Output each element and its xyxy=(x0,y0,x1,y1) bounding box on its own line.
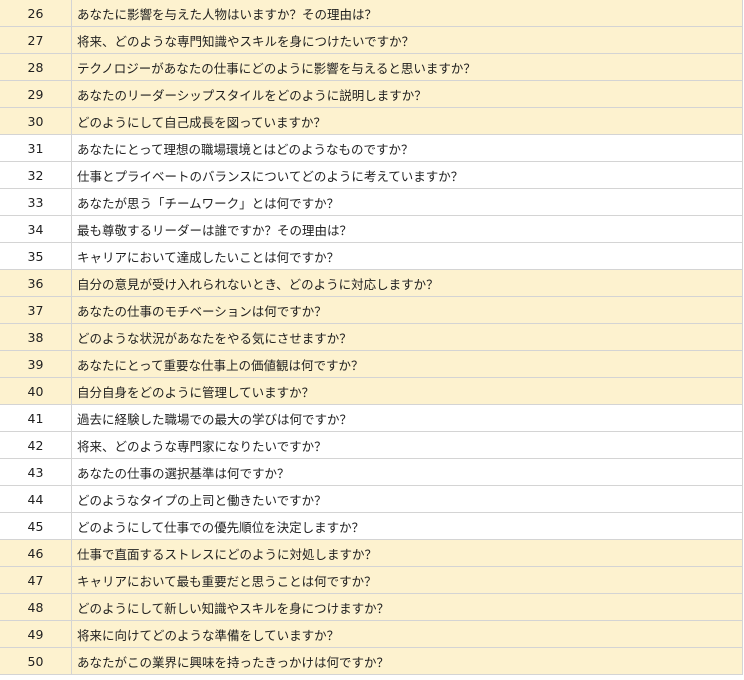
spreadsheet-grid: 26 あなたに影響を与えた人物はいますか？その理由は？ 27 将来、どのような専門知識… xyxy=(0,0,744,680)
table-row: 36 自分の意見が受け入れられないとき、どのように対応しますか？ xyxy=(0,269,743,297)
row-number-cell[interactable]: 42 xyxy=(0,431,72,459)
table-row: 40 自分自身をどのように管理していますか？ xyxy=(0,377,743,405)
table-row: 34 最も尊敬するリーダーは誰ですか？その理由は？ xyxy=(0,215,743,243)
table-row: 38 どのような状況があなたをやる気にさせますか？ xyxy=(0,323,743,351)
table-row: 26 あなたに影響を与えた人物はいますか？その理由は？ xyxy=(0,0,743,27)
table-row: 43 あなたの仕事の選択基準は何ですか？ xyxy=(0,458,743,486)
question-cell[interactable]: あなたのリーダーシップスタイルをどのように説明しますか？ xyxy=(71,80,743,108)
row-number-cell[interactable]: 33 xyxy=(0,188,72,216)
table-row: 46 仕事で直面するストレスにどのように対処しますか？ xyxy=(0,539,743,567)
table-row: 30 どのようにして自己成長を図っていますか？ xyxy=(0,107,743,135)
question-cell[interactable]: どのようにして仕事での優先順位を決定しますか？ xyxy=(71,512,743,540)
table-row: 35 キャリアにおいて達成したいことは何ですか？ xyxy=(0,242,743,270)
question-cell[interactable]: テクノロジーがあなたの仕事にどのように影響を与えると思いますか？ xyxy=(71,53,743,81)
row-number-cell[interactable]: 26 xyxy=(0,0,72,27)
question-cell[interactable]: どのような状況があなたをやる気にさせますか？ xyxy=(71,323,743,351)
question-cell[interactable]: 最も尊敬するリーダーは誰ですか？その理由は？ xyxy=(71,215,743,243)
row-number-cell[interactable]: 45 xyxy=(0,512,72,540)
question-cell[interactable]: 自分の意見が受け入れられないとき、どのように対応しますか？ xyxy=(71,269,743,297)
table-row: 27 将来、どのような専門知識やスキルを身につけたいですか？ xyxy=(0,26,743,54)
table-row: 49 将来に向けてどのような準備をしていますか？ xyxy=(0,620,743,648)
row-number-cell[interactable]: 38 xyxy=(0,323,72,351)
row-number-cell[interactable]: 29 xyxy=(0,80,72,108)
question-cell[interactable]: どのようにして新しい知識やスキルを身につけますか？ xyxy=(71,593,743,621)
table-row: 41 過去に経験した職場での最大の学びは何ですか？ xyxy=(0,404,743,432)
row-number-cell[interactable]: 49 xyxy=(0,620,72,648)
question-cell[interactable]: あなたがこの業界に興味を持ったきっかけは何ですか？ xyxy=(71,647,743,675)
row-number-cell[interactable]: 36 xyxy=(0,269,72,297)
table-row: 39 あなたにとって重要な仕事上の価値観は何ですか？ xyxy=(0,350,743,378)
row-number-cell[interactable]: 39 xyxy=(0,350,72,378)
question-cell[interactable]: 仕事とプライベートのバランスについてどのように考えていますか？ xyxy=(71,161,743,189)
question-cell[interactable]: あなたが思う「チームワーク」とは何ですか？ xyxy=(71,188,743,216)
table-row: 44 どのようなタイプの上司と働きたいですか？ xyxy=(0,485,743,513)
question-cell[interactable]: あなたにとって重要な仕事上の価値観は何ですか？ xyxy=(71,350,743,378)
question-cell[interactable]: どのようなタイプの上司と働きたいですか？ xyxy=(71,485,743,513)
row-number-cell[interactable]: 44 xyxy=(0,485,72,513)
row-number-cell[interactable]: 28 xyxy=(0,53,72,81)
row-number-cell[interactable]: 35 xyxy=(0,242,72,270)
question-cell[interactable]: 自分自身をどのように管理していますか？ xyxy=(71,377,743,405)
question-cell[interactable]: あなたの仕事の選択基準は何ですか？ xyxy=(71,458,743,486)
table-row: 47 キャリアにおいて最も重要だと思うことは何ですか？ xyxy=(0,566,743,594)
row-number-cell[interactable]: 37 xyxy=(0,296,72,324)
table-row: 37 あなたの仕事のモチベーションは何ですか？ xyxy=(0,296,743,324)
row-number-cell[interactable]: 47 xyxy=(0,566,72,594)
question-cell[interactable]: 将来、どのような専門家になりたいですか？ xyxy=(71,431,743,459)
question-cell[interactable]: 仕事で直面するストレスにどのように対処しますか？ xyxy=(71,539,743,567)
question-cell[interactable]: どのようにして自己成長を図っていますか？ xyxy=(71,107,743,135)
table-row: 45 どのようにして仕事での優先順位を決定しますか？ xyxy=(0,512,743,540)
row-number-cell[interactable]: 40 xyxy=(0,377,72,405)
question-cell[interactable]: キャリアにおいて最も重要だと思うことは何ですか？ xyxy=(71,566,743,594)
question-cell[interactable]: 将来に向けてどのような準備をしていますか？ xyxy=(71,620,743,648)
question-cell[interactable]: 将来、どのような専門知識やスキルを身につけたいですか？ xyxy=(71,26,743,54)
table-row: 29 あなたのリーダーシップスタイルをどのように説明しますか？ xyxy=(0,80,743,108)
table-row: 50 あなたがこの業界に興味を持ったきっかけは何ですか？ xyxy=(0,647,743,675)
row-number-cell[interactable]: 32 xyxy=(0,161,72,189)
question-cell[interactable]: 過去に経験した職場での最大の学びは何ですか？ xyxy=(71,404,743,432)
row-number-cell[interactable]: 27 xyxy=(0,26,72,54)
question-cell[interactable]: キャリアにおいて達成したいことは何ですか？ xyxy=(71,242,743,270)
table-row: 33 あなたが思う「チームワーク」とは何ですか？ xyxy=(0,188,743,216)
table-row: 28 テクノロジーがあなたの仕事にどのように影響を与えると思いますか？ xyxy=(0,53,743,81)
row-number-cell[interactable]: 50 xyxy=(0,647,72,675)
question-table: 26 あなたに影響を与えた人物はいますか？その理由は？ 27 将来、どのような専門知識… xyxy=(0,0,743,675)
row-number-cell[interactable]: 43 xyxy=(0,458,72,486)
row-number-cell[interactable]: 34 xyxy=(0,215,72,243)
table-row: 31 あなたにとって理想の職場環境とはどのようなものですか？ xyxy=(0,134,743,162)
question-cell[interactable]: あなたにとって理想の職場環境とはどのようなものですか？ xyxy=(71,134,743,162)
table-row: 42 将来、どのような専門家になりたいですか？ xyxy=(0,431,743,459)
row-number-cell[interactable]: 46 xyxy=(0,539,72,567)
table-row: 48 どのようにして新しい知識やスキルを身につけますか？ xyxy=(0,593,743,621)
row-number-cell[interactable]: 30 xyxy=(0,107,72,135)
row-number-cell[interactable]: 41 xyxy=(0,404,72,432)
row-number-cell[interactable]: 48 xyxy=(0,593,72,621)
question-cell[interactable]: あなたの仕事のモチベーションは何ですか？ xyxy=(71,296,743,324)
question-cell[interactable]: あなたに影響を与えた人物はいますか？その理由は？ xyxy=(71,0,743,27)
table-row: 32 仕事とプライベートのバランスについてどのように考えていますか？ xyxy=(0,161,743,189)
row-number-cell[interactable]: 31 xyxy=(0,134,72,162)
